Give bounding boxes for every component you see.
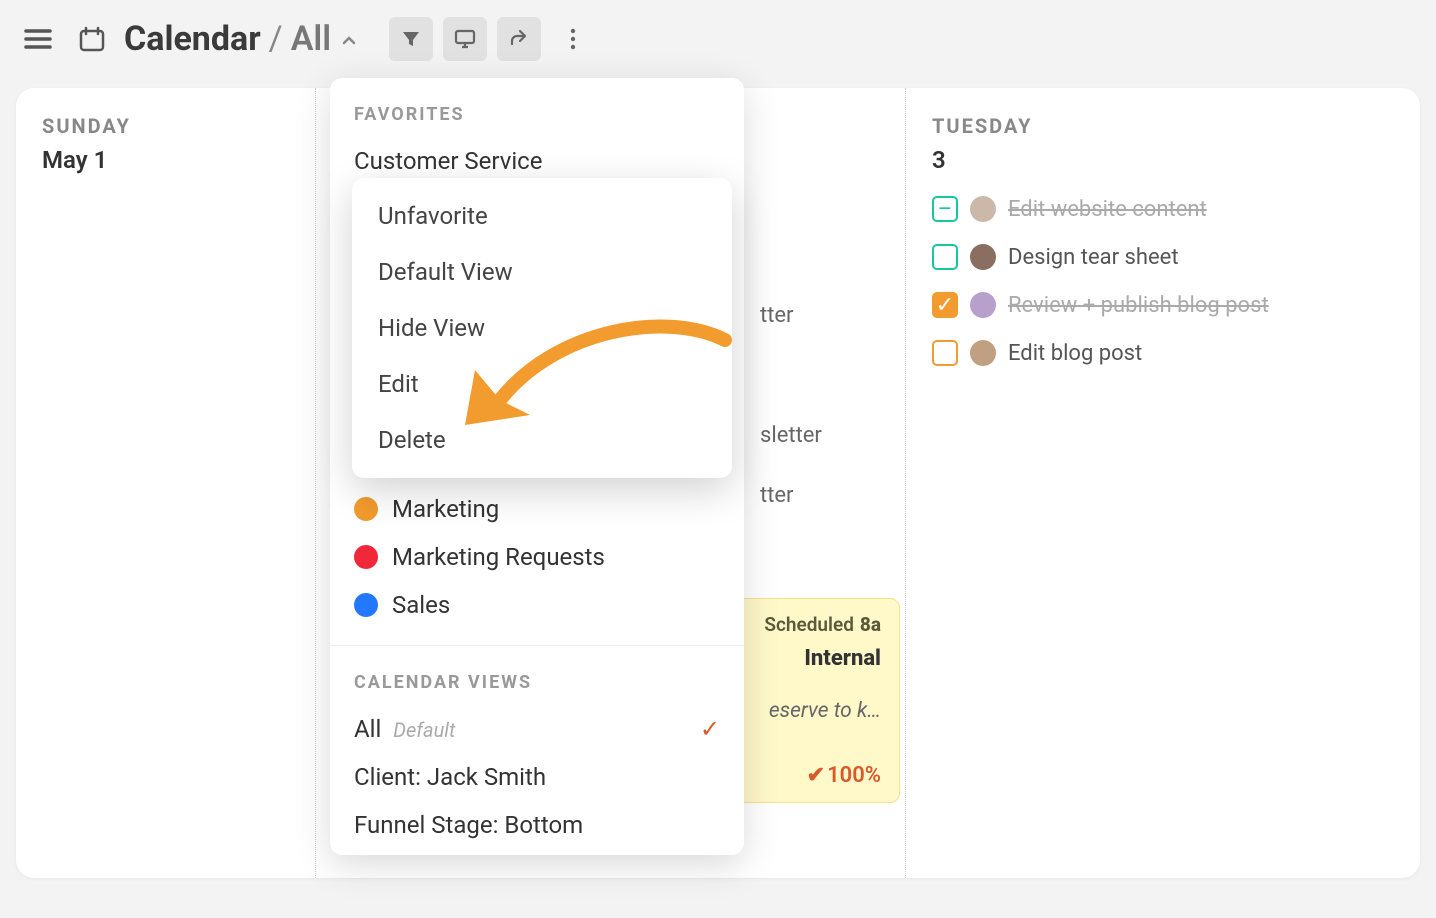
task-fragment: tter	[760, 303, 794, 328]
task-label: Design tear sheet	[1008, 245, 1179, 270]
day-number: 3	[932, 146, 1394, 174]
day-column-sunday: SUNDAY May 1	[16, 88, 316, 878]
task-row[interactable]: – Edit website content	[932, 196, 1394, 222]
more-icon[interactable]	[551, 17, 595, 61]
view-label: Funnel Stage: Bottom	[354, 811, 583, 839]
favorite-label: Customer Service	[354, 147, 542, 175]
chevron-up-icon[interactable]	[339, 19, 359, 59]
task-label: Edit blog post	[1008, 341, 1142, 366]
task-fragment: sletter	[760, 423, 822, 448]
avatar	[970, 244, 996, 270]
favorite-marketing[interactable]: Marketing	[330, 485, 744, 533]
submenu-delete[interactable]: Delete	[352, 412, 732, 468]
view-label: Client: Jack Smith	[354, 763, 546, 791]
view-client[interactable]: Client: Jack Smith	[330, 753, 744, 801]
submenu-unfavorite[interactable]: Unfavorite	[352, 188, 732, 244]
color-dot-icon	[354, 497, 378, 521]
favorite-label: Marketing	[392, 495, 499, 523]
views-heading: CALENDAR VIEWS	[330, 646, 744, 705]
breadcrumb-view: All	[291, 19, 331, 59]
task-checkbox[interactable]	[932, 340, 958, 366]
calendar-icon[interactable]	[70, 17, 114, 61]
color-dot-icon	[354, 545, 378, 569]
event-time: 8a	[860, 613, 881, 636]
submenu-hide-view[interactable]: Hide View	[352, 300, 732, 356]
default-tag: Default	[393, 718, 455, 742]
view-label: All	[354, 715, 381, 743]
topbar: Calendar / All	[0, 0, 1436, 78]
avatar	[970, 196, 996, 222]
task-fragment: tter	[760, 483, 794, 508]
menu-icon[interactable]	[16, 17, 60, 61]
breadcrumb-separator: /	[269, 19, 283, 59]
task-checkbox[interactable]: –	[932, 196, 958, 222]
view-funnel[interactable]: Funnel Stage: Bottom	[330, 801, 744, 849]
breadcrumb-root: Calendar	[124, 19, 261, 59]
favorites-heading: FAVORITES	[330, 78, 744, 137]
task-label: Review + publish blog post	[1008, 293, 1269, 318]
submenu-edit[interactable]: Edit	[352, 356, 732, 412]
avatar	[970, 292, 996, 318]
task-checkbox[interactable]	[932, 244, 958, 270]
task-row[interactable]: Edit blog post	[932, 340, 1394, 366]
display-icon[interactable]	[443, 17, 487, 61]
task-row[interactable]: ✓ Review + publish blog post	[932, 292, 1394, 318]
task-checkbox[interactable]: ✓	[932, 292, 958, 318]
task-row[interactable]: Design tear sheet	[932, 244, 1394, 270]
context-submenu: Unfavorite Default View Hide View Edit D…	[352, 178, 732, 478]
event-status: Scheduled	[764, 613, 854, 636]
color-dot-icon	[354, 593, 378, 617]
submenu-default-view[interactable]: Default View	[352, 244, 732, 300]
favorite-marketing-requests[interactable]: Marketing Requests	[330, 533, 744, 581]
favorite-sales[interactable]: Sales	[330, 581, 744, 629]
favorite-label: Marketing Requests	[392, 543, 605, 571]
day-name: SUNDAY	[42, 114, 289, 138]
avatar	[970, 340, 996, 366]
day-column-tuesday: TUESDAY 3 – Edit website content Design te…	[906, 88, 1420, 878]
filter-icon[interactable]	[389, 17, 433, 61]
share-icon[interactable]	[497, 17, 541, 61]
day-name: TUESDAY	[932, 114, 1394, 138]
check-icon: ✓	[700, 715, 720, 743]
view-all[interactable]: All Default ✓	[330, 705, 744, 753]
task-label: Edit website content	[1008, 197, 1207, 222]
breadcrumb[interactable]: Calendar / All	[124, 19, 359, 59]
day-number: May 1	[42, 146, 289, 174]
favorite-label: Sales	[392, 591, 450, 619]
